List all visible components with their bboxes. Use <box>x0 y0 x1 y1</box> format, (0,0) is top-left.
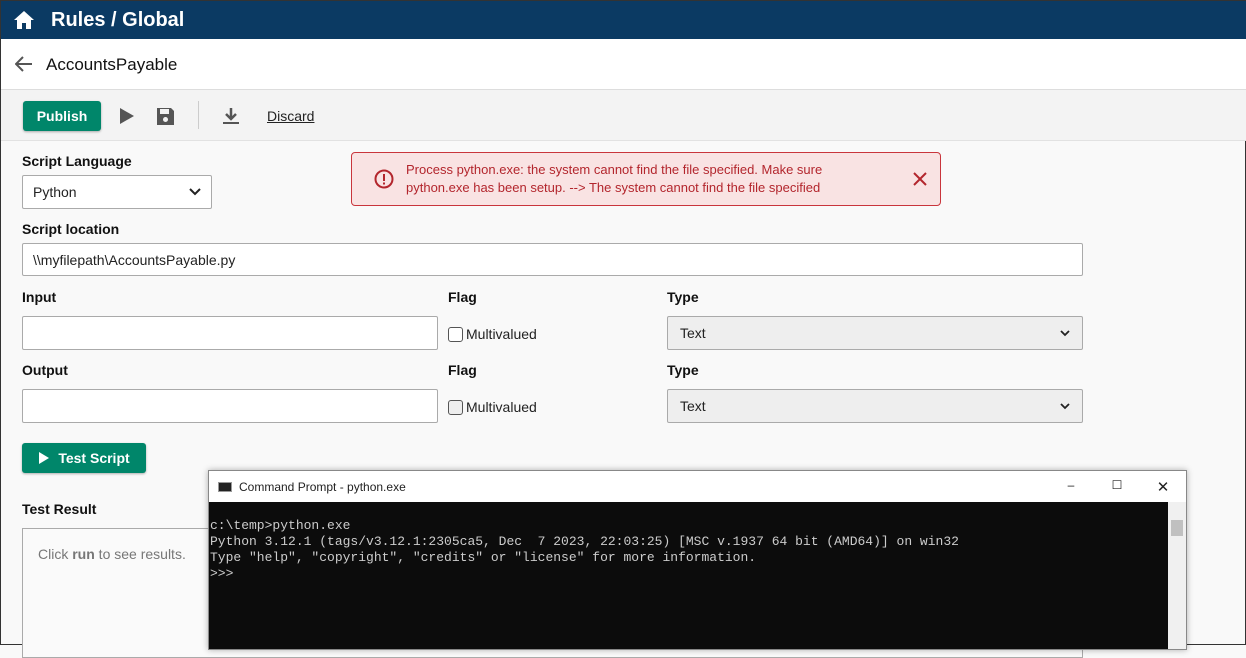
input-type-select[interactable]: Text <box>667 316 1083 350</box>
checkbox-label: Multivalued <box>466 326 537 342</box>
discard-link[interactable]: Discard <box>267 108 314 124</box>
checkbox-label: Multivalued <box>466 399 537 415</box>
error-message: Process python.exe: the system cannot fi… <box>406 162 823 195</box>
output-multivalued-checkbox[interactable]: Multivalued <box>448 399 537 415</box>
console-output[interactable]: c:\temp>python.exe Python 3.12.1 (tags/v3… <box>209 502 1168 649</box>
output-flag-label: Flag <box>448 362 477 378</box>
console-line: c:\temp>python.exe <box>210 518 351 533</box>
input-type-value: Text <box>680 325 706 341</box>
error-alert: Process python.exe: the system cannot fi… <box>351 152 941 206</box>
input-flag-label: Flag <box>448 289 477 305</box>
play-icon <box>39 452 50 464</box>
cmd-icon <box>218 481 232 492</box>
input-field[interactable] <box>22 316 438 350</box>
app-header: Rules / Global <box>1 1 1246 39</box>
close-icon[interactable]: ✕ <box>1140 478 1186 496</box>
run-icon[interactable] <box>119 107 135 125</box>
chevron-down-icon <box>1060 329 1070 336</box>
result-text-bold: run <box>72 546 95 562</box>
script-location-input[interactable]: \\myfilepath\AccountsPayable.py <box>22 243 1083 276</box>
console-line: >>> <box>210 566 234 581</box>
output-type-value: Text <box>680 398 706 414</box>
test-script-label: Test Script <box>58 450 130 466</box>
home-icon[interactable] <box>13 10 35 30</box>
chevron-down-icon <box>1060 402 1070 409</box>
publish-button[interactable]: Publish <box>23 101 101 131</box>
console-line: Type "help", "copyright", "credits" or "… <box>210 550 757 565</box>
scrollbar[interactable] <box>1168 502 1186 649</box>
output-type-select[interactable]: Text <box>667 389 1083 423</box>
save-icon[interactable] <box>156 107 175 126</box>
window-titlebar[interactable]: Command Prompt - python.exe – ☐ ✕ <box>209 471 1186 502</box>
output-type-label: Type <box>667 362 699 378</box>
download-icon[interactable] <box>222 107 240 125</box>
result-text: Click <box>38 546 73 562</box>
script-language-label: Script Language <box>22 153 132 169</box>
input-multivalued-checkbox[interactable]: Multivalued <box>448 326 537 342</box>
divider <box>198 101 199 129</box>
checkbox[interactable] <box>448 399 463 415</box>
script-language-select[interactable]: Python <box>22 175 212 209</box>
minimize-icon[interactable]: – <box>1048 478 1094 496</box>
rule-name: AccountsPayable <box>46 55 178 74</box>
back-arrow-icon[interactable] <box>15 55 33 73</box>
result-text: to see results. <box>94 546 186 562</box>
output-label: Output <box>22 362 68 378</box>
console-line: Python 3.12.1 (tags/v3.12.1:2305ca5, Dec… <box>210 534 959 549</box>
input-type-label: Type <box>667 289 699 305</box>
toolbar: Publish Discard <box>1 90 1246 141</box>
window-controls: – ☐ ✕ <box>1048 478 1186 496</box>
error-icon <box>374 169 394 189</box>
close-icon[interactable] <box>913 172 927 186</box>
script-location-label: Script location <box>22 221 120 237</box>
script-language-value: Python <box>33 184 77 200</box>
window-title: Command Prompt - python.exe <box>239 479 406 494</box>
command-prompt-window[interactable]: Command Prompt - python.exe – ☐ ✕ c:\tem… <box>208 470 1187 650</box>
breadcrumb: Rules / Global <box>51 9 185 31</box>
scrollbar-thumb[interactable] <box>1171 520 1183 536</box>
input-label: Input <box>22 289 57 305</box>
output-field[interactable] <box>22 389 438 423</box>
chevron-down-icon <box>189 188 201 196</box>
test-script-button[interactable]: Test Script <box>22 443 146 473</box>
rule-header: AccountsPayable <box>1 39 1246 90</box>
maximize-icon[interactable]: ☐ <box>1094 478 1140 496</box>
checkbox[interactable] <box>448 326 463 342</box>
test-result-label: Test Result <box>22 501 97 517</box>
